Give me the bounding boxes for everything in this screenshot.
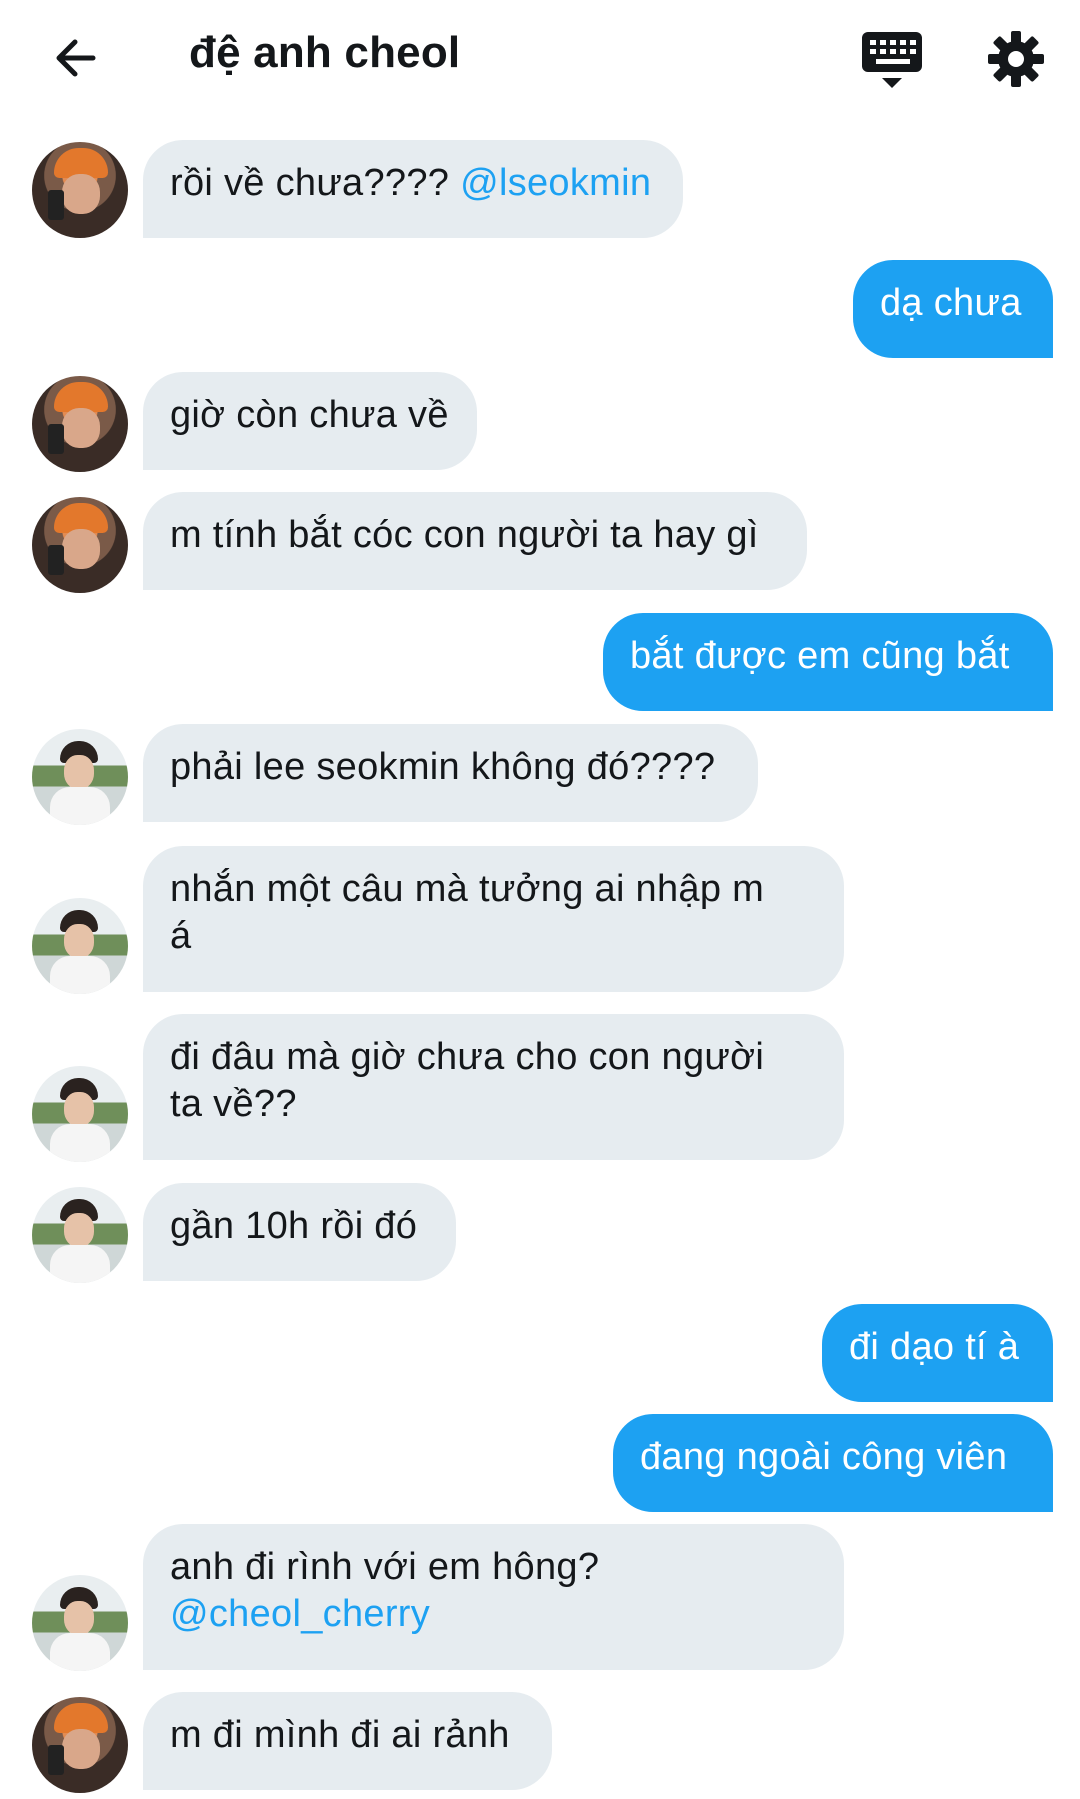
message-text: bắt được em cũng bắt [630,635,1010,677]
message-bubble-incoming[interactable]: m đi mình đi ai rảnh [143,1692,552,1790]
message-bubble-incoming[interactable]: anh đi rình với em hông? @cheol_cherry [143,1524,844,1670]
avatar[interactable] [32,1187,128,1283]
back-button[interactable] [40,30,110,86]
message-text: anh đi rình với em hông? [170,1546,600,1588]
message-text: m tính bắt cóc con người ta hay gì [170,514,759,556]
message-text: đi đâu mà giờ chưa cho con người ta về?? [170,1036,765,1125]
avatar[interactable] [32,142,128,238]
avatar[interactable] [32,1066,128,1162]
message-bubble-incoming[interactable]: nhắn một câu mà tưởng ai nhập m á [143,846,844,992]
message-bubble-outgoing[interactable]: bắt được em cũng bắt [603,613,1053,711]
message-text: phải lee seokmin không đó???? [170,746,716,788]
page-title: đệ anh cheol [189,28,461,77]
message-bubble-incoming[interactable]: m tính bắt cóc con người ta hay gì [143,492,807,590]
message-text: giờ còn chưa về [170,394,449,436]
message-text: rồi về chưa???? [170,162,461,204]
message-bubble-outgoing[interactable]: đi dạo tí à [822,1304,1053,1402]
arrow-left-icon [56,39,96,77]
message-bubble-incoming[interactable]: rồi về chưa???? @lseokmin [143,140,683,238]
message-bubble-outgoing[interactable]: dạ chưa [853,260,1053,358]
avatar[interactable] [32,1575,128,1671]
message-text: nhắn một câu mà tưởng ai nhập m á [170,868,765,957]
message-text: m đi mình đi ai rảnh [170,1714,510,1756]
avatar[interactable] [32,376,128,472]
message-bubble-incoming[interactable]: giờ còn chưa về [143,372,477,470]
message-bubble-incoming[interactable]: gần 10h rồi đó [143,1183,456,1281]
message-bubble-incoming[interactable]: phải lee seokmin không đó???? [143,724,758,822]
conversation-header: đệ anh cheol [0,0,1080,115]
message-text: đang ngoài công viên [640,1436,1008,1478]
avatar[interactable] [32,729,128,825]
avatar[interactable] [32,898,128,994]
message-text: đi dạo tí à [849,1326,1020,1368]
settings-button[interactable] [985,28,1047,90]
message-bubble-incoming[interactable]: đi đâu mà giờ chưa cho con người ta về?? [143,1014,844,1160]
avatar[interactable] [32,1697,128,1793]
keyboard-icon [862,32,922,88]
gear-icon [988,31,1044,87]
message-bubble-outgoing[interactable]: đang ngoài công viên [613,1414,1053,1512]
message-text: gần 10h rồi đó [170,1205,418,1247]
message-text: dạ chưa [880,282,1022,324]
user-mention-link[interactable]: @lseokmin [460,162,651,204]
user-mention-link[interactable]: @cheol_cherry [170,1593,430,1635]
keyboard-shortcuts-button[interactable] [858,28,928,94]
avatar[interactable] [32,497,128,593]
